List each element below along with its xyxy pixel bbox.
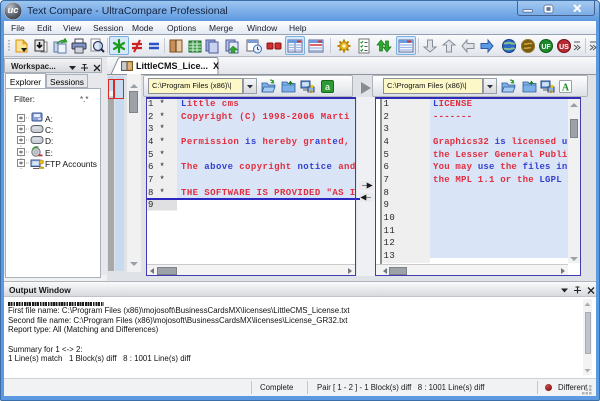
svg-text:US: US <box>559 44 569 51</box>
svg-text:UF: UF <box>541 44 551 51</box>
svg-text:A: A <box>562 83 570 94</box>
